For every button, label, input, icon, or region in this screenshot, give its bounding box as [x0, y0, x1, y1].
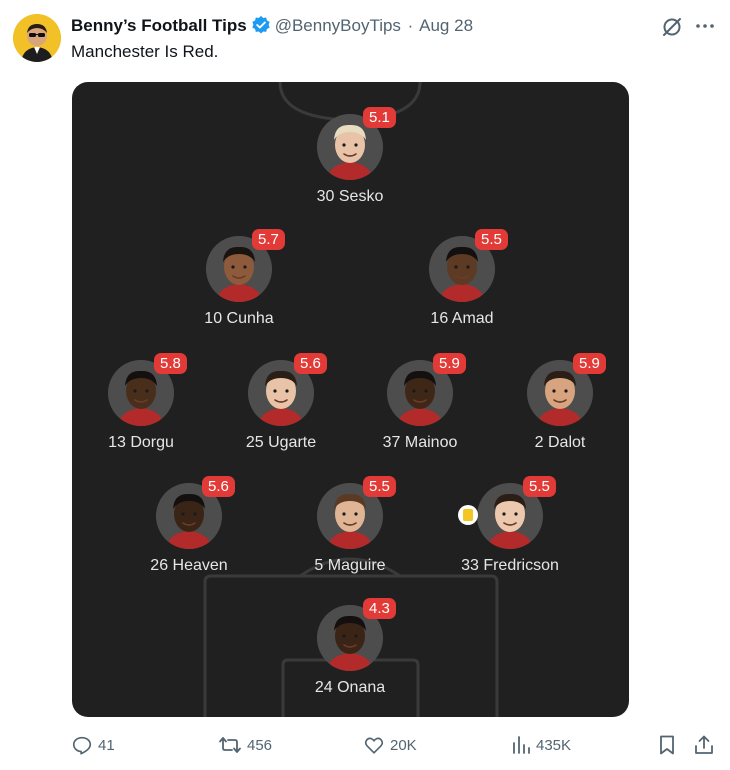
heart-icon	[364, 737, 384, 754]
handle[interactable]: @BennyBoyTips	[275, 16, 401, 35]
player-rating-badge: 5.5	[523, 476, 556, 497]
player-1: 5.7 10 Cunha	[169, 229, 309, 328]
player-photo: 5.1	[317, 107, 396, 180]
more-icon[interactable]	[694, 15, 716, 37]
like-count: 20K	[390, 736, 417, 754]
player-label: 13 Dorgu	[108, 434, 174, 451]
player-label: 10 Cunha	[204, 310, 274, 327]
player-10: 4.3 24 Onana	[280, 598, 420, 697]
avatar[interactable]	[13, 14, 61, 62]
player-label: 25 Ugarte	[245, 434, 317, 451]
like-button[interactable]: 20K	[363, 734, 417, 756]
player-9: 5.5 33 Fredricson	[440, 476, 580, 575]
player-photo: 5.6	[156, 476, 235, 549]
tweet-header: Benny’s Football Tips @BennyBoyTips · Aug…	[71, 15, 473, 37]
player-rating-badge: 4.3	[363, 598, 396, 619]
player-4: 5.6 25 Ugarte	[211, 353, 351, 452]
player-2: 5.5 16 Amad	[392, 229, 532, 328]
player-photo: 5.7	[206, 229, 285, 302]
player-photo: 5.9	[387, 353, 466, 426]
player-rating-badge: 5.6	[294, 353, 327, 374]
repost-count: 456	[247, 736, 273, 754]
bookmark-button[interactable]	[657, 734, 682, 756]
player-label: 16 Amad	[430, 310, 494, 327]
player-photo: 5.8	[108, 353, 187, 426]
player-rating-badge: 5.5	[475, 229, 508, 250]
player-rating-badge: 5.7	[252, 229, 285, 250]
bookmark-icon	[660, 735, 674, 755]
player-5: 5.9 37 Mainoo	[350, 353, 490, 452]
grok-icon[interactable]	[660, 15, 684, 39]
reply-count: 41	[98, 736, 115, 754]
player-0: 5.1 30 Sesko	[280, 107, 420, 206]
player-rating-badge: 5.6	[202, 476, 235, 497]
player-label: 2 Dalot	[534, 434, 586, 451]
player-3: 5.8 13 Dorgu	[72, 353, 211, 452]
share-icon	[695, 735, 713, 754]
tweet-date[interactable]: Aug 28	[419, 16, 473, 35]
player-8: 5.5 5 Maguire	[280, 476, 420, 575]
separator-dot: ·	[407, 16, 414, 35]
player-label: 24 Onana	[314, 679, 386, 696]
repost-button[interactable]: 456	[218, 734, 272, 756]
reply-icon	[72, 736, 92, 755]
share-button[interactable]	[693, 734, 720, 756]
player-label: 5 Maguire	[314, 557, 386, 574]
reply-button[interactable]: 41	[71, 734, 115, 756]
player-6: 5.9 2 Dalot	[490, 353, 629, 452]
player-photo: 4.3	[317, 598, 396, 671]
player-photo: 5.6	[248, 353, 327, 426]
views-icon	[513, 736, 530, 754]
player-rating-badge: 5.8	[154, 353, 187, 374]
lineup-image[interactable]: 5.1 30 Sesko 5.7 10 Cunha 5.5 16 Amad 5.8 13 Do…	[72, 82, 629, 717]
player-photo: 5.5	[317, 476, 396, 549]
player-rating-badge: 5.9	[573, 353, 606, 374]
player-label: 33 Fredricson	[461, 557, 559, 574]
repost-icon	[219, 737, 241, 753]
display-name[interactable]: Benny’s Football Tips	[71, 16, 247, 35]
player-rating-badge: 5.9	[433, 353, 466, 374]
yellow-card-icon	[458, 505, 478, 525]
views-count: 435K	[536, 736, 572, 754]
player-label: 37 Mainoo	[382, 434, 458, 451]
player-rating-badge: 5.5	[363, 476, 396, 497]
player-7: 5.6 26 Heaven	[119, 476, 259, 575]
player-rating-badge: 5.1	[363, 107, 396, 128]
player-photo: 5.5	[458, 476, 556, 549]
tweet-actions: 41 456 20K 435K	[0, 734, 730, 758]
player-label: 26 Heaven	[150, 557, 228, 574]
views-button[interactable]: 435K	[511, 734, 571, 756]
player-label: 30 Sesko	[316, 188, 384, 205]
player-photo: 5.9	[527, 353, 606, 426]
player-photo: 5.5	[429, 229, 508, 302]
verified-badge-icon	[251, 15, 271, 40]
tweet-text: Manchester Is Red.	[71, 42, 219, 61]
